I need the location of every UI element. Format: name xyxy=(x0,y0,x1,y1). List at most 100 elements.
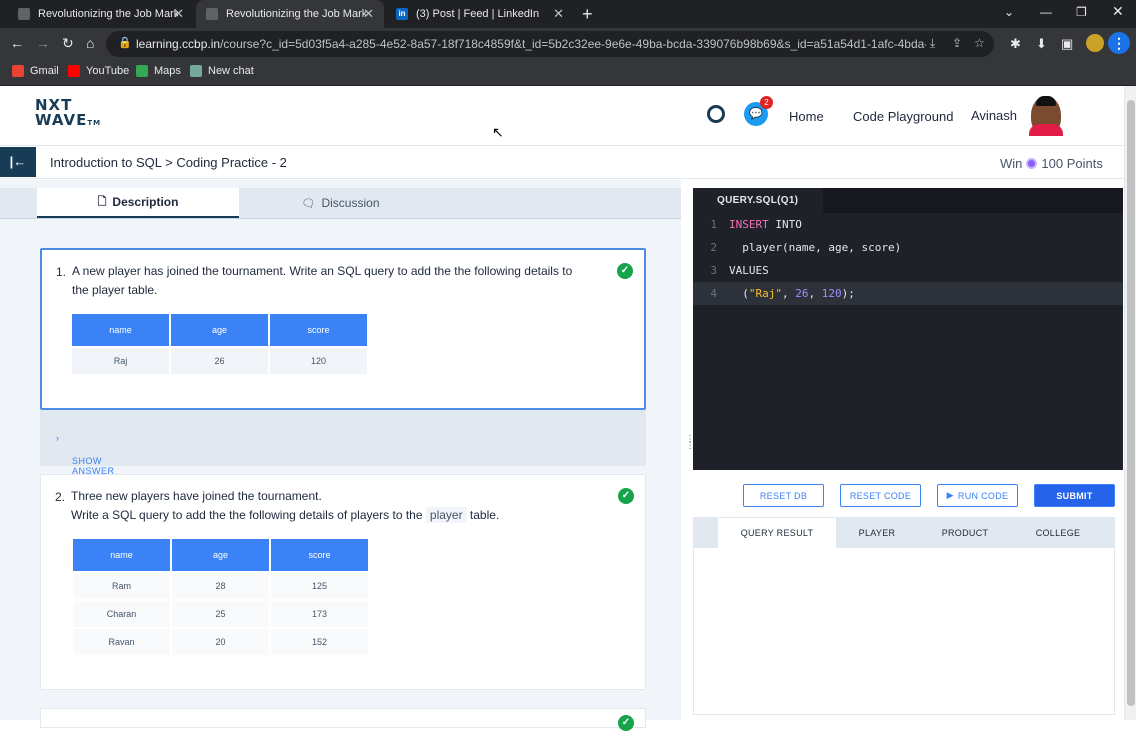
table-row: Ram 28 125 xyxy=(73,573,368,599)
table-header: score xyxy=(271,539,368,571)
table-cell: 28 xyxy=(172,573,269,599)
code-playground-link[interactable]: Code Playground xyxy=(853,109,953,124)
browser-tab-2[interactable]: Revolutionizing the Job Market | ✕ xyxy=(196,0,384,28)
question-card-1: 1. A new player has joined the tournamen… xyxy=(40,248,646,410)
share-icon[interactable]: ⇪ xyxy=(952,36,962,50)
inline-code: player xyxy=(425,507,467,523)
maximize-icon[interactable]: ❐ xyxy=(1076,5,1087,19)
breadcrumb-bar: |← Introduction to SQL > Coding Practice… xyxy=(0,147,1124,179)
table-cell: 20 xyxy=(172,629,269,655)
tab-search-icon[interactable]: ⌄ xyxy=(1004,5,1014,19)
code-line[interactable]: 1 INSERT INTO xyxy=(693,213,1123,236)
notification-badge: 2 xyxy=(760,96,773,109)
table-cell: 120 xyxy=(270,348,367,374)
mouse-cursor-icon: ↖ xyxy=(492,124,504,140)
linkedin-icon: in xyxy=(396,8,408,20)
back-icon[interactable]: ← xyxy=(10,35,24,51)
table-header: name xyxy=(73,539,170,571)
close-icon[interactable]: ✕ xyxy=(363,6,374,22)
show-answer-button[interactable]: SHOW ANSWER › xyxy=(56,433,114,476)
result-panel: QUERY RESULT PLAYER PRODUCT COLLEGE xyxy=(693,517,1115,715)
chat-icon xyxy=(190,65,202,77)
browser-tab-1[interactable]: Revolutionizing the Job Market | ✕ xyxy=(8,0,194,28)
forward-icon[interactable]: → xyxy=(36,35,50,51)
code-line-active[interactable]: 4 ("Raj", 26, 120); xyxy=(693,282,1123,305)
maps-icon xyxy=(136,65,148,77)
check-icon: ✓ xyxy=(618,715,634,731)
check-icon: ✓ xyxy=(618,488,634,504)
bookmark-gmail[interactable]: Gmail xyxy=(12,65,59,77)
new-tab-icon[interactable]: + xyxy=(582,4,593,25)
sidebar-toggle-icon[interactable]: |← xyxy=(0,147,36,177)
table-header: age xyxy=(172,539,269,571)
problem-tabs: 🗋 Description 🗨 Discussion xyxy=(0,188,681,218)
reward-points: Win 100 Points xyxy=(1000,156,1103,171)
tab-description[interactable]: 🗋 Description xyxy=(37,188,239,218)
table-cell: Charan xyxy=(73,601,170,627)
editor-tabbar: QUERY.SQL(Q1) xyxy=(693,188,1123,213)
table-row: Raj 26 120 xyxy=(72,348,367,374)
nxtwave-logo[interactable]: NXT WAVETM xyxy=(35,98,101,131)
comment-icon: 🗨 xyxy=(301,197,316,210)
table-header: score xyxy=(270,314,367,346)
question-number: 1. xyxy=(56,265,67,279)
browser-menu-icon[interactable]: ⋮ xyxy=(1108,32,1130,54)
user-name[interactable]: Avinash xyxy=(971,108,1017,123)
tab-query-result[interactable]: QUERY RESULT xyxy=(718,518,836,548)
tab-college[interactable]: COLLEGE xyxy=(1012,518,1104,548)
tab-title: Revolutionizing the Job Market | xyxy=(38,8,178,20)
close-icon[interactable]: ✕ xyxy=(553,6,564,22)
check-icon: ✓ xyxy=(617,263,633,279)
tab-title: (3) Post | Feed | LinkedIn xyxy=(416,8,540,20)
minimize-icon[interactable]: — xyxy=(1040,5,1052,19)
tab-title: Revolutionizing the Job Market | xyxy=(226,8,366,20)
tab-discussion[interactable]: 🗨 Discussion xyxy=(239,188,442,218)
run-code-button[interactable]: ▶ RUN CODE xyxy=(937,484,1018,507)
gmail-icon xyxy=(12,65,24,77)
scrollbar-thumb[interactable] xyxy=(1127,100,1135,706)
bookmark-maps[interactable]: Maps xyxy=(136,65,181,77)
code-line[interactable]: 2 player(name, age, score) xyxy=(693,236,1123,259)
page-scrollbar[interactable] xyxy=(1124,86,1136,720)
submit-button[interactable]: SUBMIT xyxy=(1034,484,1115,507)
reset-db-button[interactable]: RESET DB xyxy=(743,484,824,507)
side-panel-icon[interactable]: ▣ xyxy=(1061,36,1073,52)
download-icon[interactable]: ⬇ xyxy=(1036,36,1047,52)
bookmark-star-icon[interactable]: ☆ xyxy=(974,36,985,50)
extensions-icon[interactable]: ✱ xyxy=(1010,36,1021,52)
youtube-icon xyxy=(68,65,80,77)
timer-icon[interactable] xyxy=(707,105,725,123)
home-link[interactable]: Home xyxy=(789,109,824,124)
question-table: name age score Raj 26 120 xyxy=(70,312,369,376)
table-cell: Ravan xyxy=(73,629,170,655)
address-bar[interactable]: 🔒 learning.ccbp.in/course?c_id=5d03f5a4-… xyxy=(106,31,994,57)
play-icon: ▶ xyxy=(946,490,954,500)
browser-tab-3[interactable]: in (3) Post | Feed | LinkedIn ✕ xyxy=(386,0,574,28)
bookmark-new-chat[interactable]: New chat xyxy=(190,65,254,77)
close-icon[interactable]: ✕ xyxy=(173,6,184,22)
reset-code-button[interactable]: RESET CODE xyxy=(840,484,921,507)
table-cell: Ram xyxy=(73,573,170,599)
tab-product[interactable]: PRODUCT xyxy=(918,518,1012,548)
code-line[interactable]: 3 VALUES xyxy=(693,259,1123,282)
question-text: Three new players have joined the tourna… xyxy=(71,489,500,523)
home-icon[interactable]: ⌂ xyxy=(86,35,94,51)
table-cell: 173 xyxy=(271,601,368,627)
section-divider xyxy=(0,218,681,238)
question-text: A new player has joined the tournament. … xyxy=(72,264,573,297)
install-icon[interactable]: ⤓ xyxy=(930,36,935,51)
table-header: age xyxy=(171,314,268,346)
table-cell: 125 xyxy=(271,573,368,599)
bookmark-youtube[interactable]: YouTube xyxy=(68,65,129,77)
code-editor[interactable]: QUERY.SQL(Q1) 1 INSERT INTO 2 player(nam… xyxy=(693,188,1123,470)
file-tab[interactable]: QUERY.SQL(Q1) xyxy=(693,188,823,213)
breadcrumb[interactable]: Introduction to SQL > Coding Practice - … xyxy=(50,155,287,170)
url-text: learning.ccbp.in/course?c_id=5d03f5a4-a2… xyxy=(136,37,926,51)
lock-icon: 🔒 xyxy=(118,37,132,49)
table-cell: 25 xyxy=(172,601,269,627)
reload-icon[interactable]: ↻ xyxy=(62,35,74,52)
tab-player[interactable]: PLAYER xyxy=(836,518,918,548)
window-close-icon[interactable]: ✕ xyxy=(1112,3,1124,20)
user-avatar[interactable] xyxy=(1029,96,1063,136)
profile-avatar[interactable] xyxy=(1086,34,1104,52)
